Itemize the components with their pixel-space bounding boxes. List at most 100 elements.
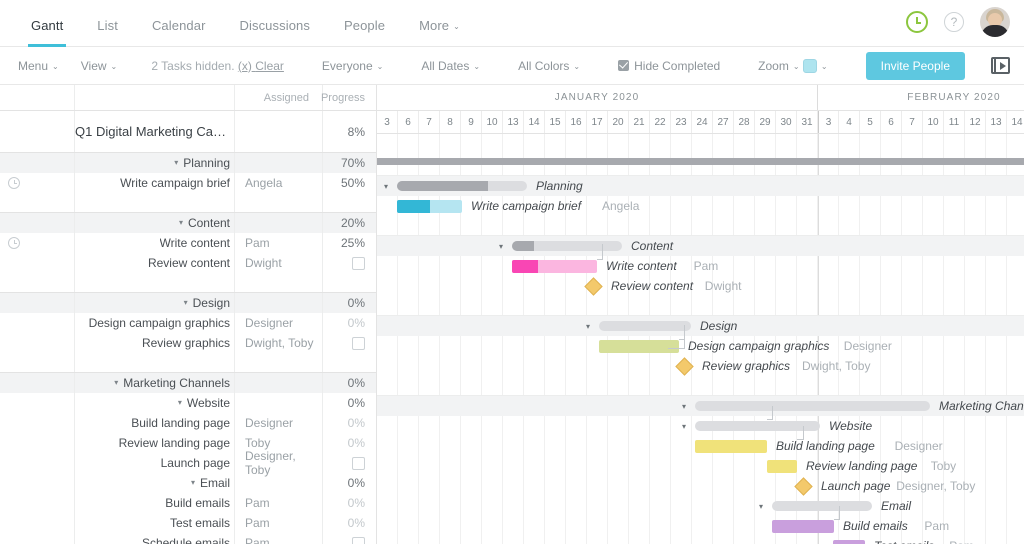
task-bar[interactable] <box>599 340 679 353</box>
collapse-triangle-icon[interactable]: ▾ <box>179 218 183 227</box>
progress-cell[interactable] <box>322 273 377 292</box>
progress-checkbox[interactable] <box>352 337 365 350</box>
nav-tab-gantt[interactable]: Gantt <box>14 18 80 46</box>
task-bar[interactable] <box>512 260 597 273</box>
summary-bar[interactable] <box>599 321 691 331</box>
assigned-cell[interactable]: Dwight, Toby <box>234 333 322 353</box>
collapse-triangle-icon[interactable]: ▾ <box>682 402 686 411</box>
table-row[interactable]: Launch pageDesigner, Toby <box>0 453 377 473</box>
table-row[interactable]: ▾Design 0% <box>0 293 377 313</box>
progress-cell[interactable] <box>322 333 377 353</box>
task-name-cell[interactable]: Review graphics <box>75 333 234 353</box>
nav-tab-more[interactable]: More⌄ <box>402 18 477 46</box>
assigned-cell[interactable]: Angela <box>234 173 322 193</box>
clear-filter-link[interactable]: (x) Clear <box>238 59 284 73</box>
progress-cell[interactable]: 20% <box>322 213 377 233</box>
progress-cell[interactable]: 0% <box>322 393 377 413</box>
task-name-cell[interactable]: Build landing page <box>75 413 234 433</box>
summary-bar[interactable] <box>695 401 930 411</box>
progress-cell[interactable]: 0% <box>322 293 377 313</box>
table-row[interactable]: ▾Content20% <box>0 213 377 233</box>
collapse-triangle-icon[interactable]: ▾ <box>174 158 178 167</box>
assigned-cell[interactable]: Designer <box>234 413 322 433</box>
clock-icon[interactable] <box>8 237 20 249</box>
all-dates-filter[interactable]: All Dates⌄ <box>421 59 480 73</box>
nav-tab-calendar[interactable]: Calendar <box>135 18 223 46</box>
invite-people-button[interactable]: Invite People <box>866 52 965 80</box>
view-dropdown[interactable]: View⌄ <box>81 59 118 73</box>
table-row[interactable]: Review contentDwight <box>0 253 377 273</box>
task-name-cell[interactable]: Build emails <box>75 493 234 513</box>
progress-checkbox[interactable] <box>352 257 365 270</box>
task-name-cell[interactable]: Q1 Digital Marketing Campaign <box>75 111 234 152</box>
progress-cell[interactable]: 0% <box>322 313 377 333</box>
task-name-cell[interactable]: Review landing page <box>75 433 234 453</box>
progress-cell[interactable]: 0% <box>322 493 377 513</box>
table-row[interactable]: ▾Marketing Channels 0% <box>0 373 377 393</box>
nav-tab-people[interactable]: People <box>327 18 402 46</box>
task-bar[interactable] <box>767 460 797 473</box>
milestone-diamond[interactable] <box>675 357 693 375</box>
clock-icon[interactable] <box>8 177 20 189</box>
table-row[interactable]: Schedule emailsPam <box>0 533 377 544</box>
progress-cell[interactable]: 70% <box>322 153 377 173</box>
task-bar[interactable] <box>397 200 462 213</box>
progress-cell[interactable]: 50% <box>322 173 377 193</box>
task-name-cell[interactable]: ▾Email <box>75 473 234 493</box>
progress-cell[interactable] <box>322 193 377 212</box>
collapse-triangle-icon[interactable]: ▾ <box>682 422 686 431</box>
zoom-control[interactable]: Zoom⌄ ⌄ <box>758 59 827 73</box>
task-name-cell[interactable]: Test emails <box>75 513 234 533</box>
collapse-triangle-icon[interactable]: ▾ <box>759 502 763 511</box>
progress-cell[interactable] <box>322 533 377 544</box>
progress-cell[interactable]: 0% <box>322 513 377 533</box>
avatar[interactable] <box>980 7 1010 37</box>
task-name-cell[interactable]: Schedule emails <box>75 533 234 544</box>
table-row[interactable]: Q1 Digital Marketing Campaign 8% <box>0 111 377 153</box>
task-name-cell[interactable]: ▾Website <box>75 393 234 413</box>
task-name-cell[interactable]: Design campaign graphics <box>75 313 234 333</box>
task-name-cell[interactable]: Review content <box>75 253 234 273</box>
assigned-cell[interactable]: Designer, Toby <box>234 453 322 473</box>
summary-bar[interactable] <box>512 241 622 251</box>
table-row[interactable]: Build landing pageDesigner0% <box>0 413 377 433</box>
progress-cell[interactable]: 25% <box>322 233 377 253</box>
table-row[interactable]: Test emailsPam0% <box>0 513 377 533</box>
progress-cell[interactable]: 0% <box>322 433 377 453</box>
presentation-icon[interactable] <box>991 57 1010 74</box>
table-row[interactable]: ▾Planning70% <box>0 153 377 173</box>
all-colors-filter[interactable]: All Colors⌄ <box>518 59 580 73</box>
task-bar[interactable] <box>772 520 834 533</box>
task-name-cell[interactable]: ▾Design <box>75 293 234 313</box>
assigned-cell[interactable]: Dwight <box>234 253 322 273</box>
collapse-triangle-icon[interactable]: ▾ <box>499 242 503 251</box>
help-icon[interactable]: ? <box>944 12 964 32</box>
task-name-cell[interactable]: Launch page <box>75 453 234 473</box>
table-row[interactable]: Build emailsPam0% <box>0 493 377 513</box>
project-summary-bar[interactable] <box>377 158 1024 165</box>
progress-cell[interactable]: 0% <box>322 373 377 393</box>
milestone-diamond[interactable] <box>584 277 602 295</box>
menu-dropdown[interactable]: Menu⌄ <box>18 59 59 73</box>
summary-bar[interactable] <box>772 501 872 511</box>
task-name-cell[interactable]: Write content <box>75 233 234 253</box>
collapse-triangle-icon[interactable]: ▾ <box>191 478 195 487</box>
assigned-cell[interactable]: Designer <box>234 313 322 333</box>
table-row[interactable]: ▾Website 0% <box>0 393 377 413</box>
progress-cell[interactable] <box>322 453 377 473</box>
color-swatch[interactable] <box>803 59 817 73</box>
timer-icon[interactable] <box>906 11 928 33</box>
task-name-cell[interactable]: ▾Marketing Channels <box>75 373 234 393</box>
task-bar[interactable] <box>695 440 767 453</box>
task-name-cell[interactable]: Write campaign brief <box>75 173 234 193</box>
assigned-cell[interactable]: Pam <box>234 233 322 253</box>
table-row[interactable]: Design campaign graphicsDesigner0% <box>0 313 377 333</box>
progress-cell[interactable]: 8% <box>322 111 377 152</box>
assigned-cell[interactable]: Pam <box>234 493 322 513</box>
collapse-triangle-icon[interactable]: ▾ <box>384 182 388 191</box>
nav-tab-list[interactable]: List <box>80 18 135 46</box>
table-row[interactable]: Write campaign briefAngela50% <box>0 173 377 193</box>
assigned-cell[interactable]: Pam <box>234 513 322 533</box>
everyone-filter[interactable]: Everyone⌄ <box>322 59 383 73</box>
milestone-diamond[interactable] <box>794 477 812 495</box>
